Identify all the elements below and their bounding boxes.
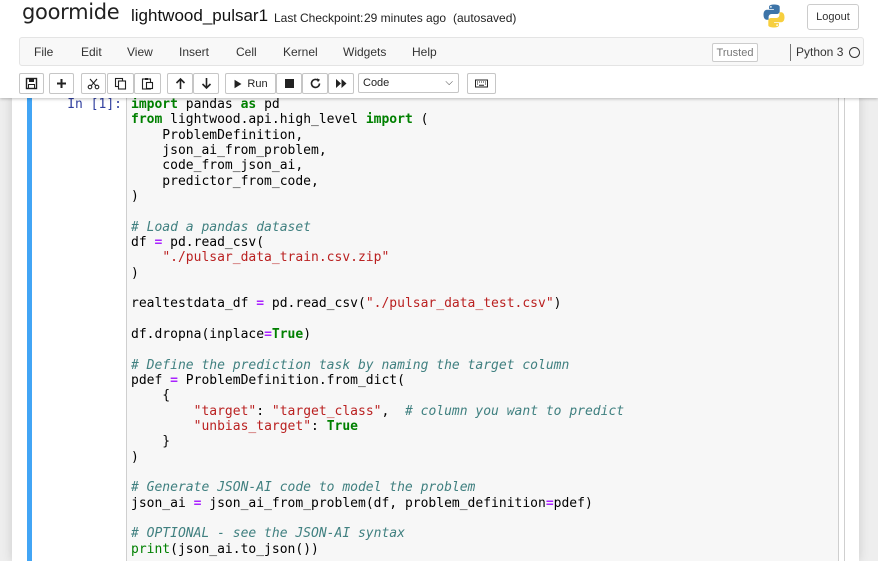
code-line[interactable]: df.dropna(inplace=True): [131, 327, 624, 342]
menu-view[interactable]: View: [127, 45, 153, 59]
code-line[interactable]: "./pulsar_data_train.csv.zip": [131, 250, 624, 265]
menu-help[interactable]: Help: [412, 45, 437, 59]
stop-icon: [284, 79, 294, 88]
kernel-separator: [790, 44, 791, 61]
menu-cell[interactable]: Cell: [236, 45, 257, 59]
menu-widgets[interactable]: Widgets: [343, 45, 386, 59]
code-line[interactable]: "target": "target_class", # column you w…: [131, 404, 625, 419]
menu-kernel[interactable]: Kernel: [283, 45, 318, 59]
code-line[interactable]: df = pd.read_csv(: [131, 235, 624, 250]
paste-icon: [141, 78, 154, 90]
code-line[interactable]: import pandas as pd: [131, 97, 624, 112]
kernel-name[interactable]: Python 3: [796, 45, 843, 59]
keyboard-icon: [475, 79, 488, 88]
code-line[interactable]: ​: [131, 511, 624, 526]
checkpoint-time: 29 minutes ago: [364, 11, 447, 25]
code-line[interactable]: ​: [131, 342, 624, 357]
code-line[interactable]: # Define the prediction task by naming t…: [131, 358, 624, 373]
autosaved-status: (autosaved): [453, 11, 517, 25]
notebook-name[interactable]: lightwood_pulsar1: [131, 6, 268, 26]
code-line[interactable]: # Load a pandas dataset: [131, 220, 624, 235]
code-line[interactable]: }: [131, 434, 624, 449]
trusted-badge[interactable]: Trusted: [712, 43, 758, 62]
menu-file[interactable]: File: [34, 45, 53, 59]
chevron-down-icon: ⌵: [445, 77, 453, 88]
code-line[interactable]: print(json_ai.to_json()): [131, 542, 624, 557]
code-line[interactable]: ): [131, 189, 624, 204]
logout-button[interactable]: Logout: [807, 4, 859, 30]
fast-forward-icon: [335, 79, 346, 88]
code-line[interactable]: ): [131, 266, 624, 281]
plus-icon: [57, 79, 66, 88]
code-line[interactable]: ): [131, 450, 624, 465]
code-line[interactable]: # Generate JSON-AI code to model the pro…: [131, 480, 624, 495]
code-line[interactable]: json_ai = json_ai_from_problem(df, probl…: [131, 496, 624, 511]
notebook-header: goormide lightwood_pulsar1 Last Checkpoi…: [0, 0, 878, 98]
insert-cell-button[interactable]: [49, 73, 74, 94]
interrupt-kernel-button[interactable]: [276, 73, 302, 94]
restart-kernel-button[interactable]: [302, 73, 328, 94]
scissors-icon: [87, 78, 100, 90]
code-line[interactable]: ​: [131, 281, 624, 296]
arrow-up-icon: [175, 77, 185, 89]
move-cell-up-button[interactable]: [167, 73, 193, 94]
cell-type-value: Code: [363, 77, 390, 89]
code-line[interactable]: ProblemDefinition,: [131, 128, 624, 143]
code-line[interactable]: ​: [131, 204, 624, 219]
menu-insert[interactable]: Insert: [179, 45, 209, 59]
move-cell-down-button[interactable]: [193, 73, 219, 94]
code-line[interactable]: pdef = ProblemDefinition.from_dict(: [131, 373, 624, 388]
save-icon: [25, 77, 38, 90]
cell-type-select[interactable]: Code ⌵: [358, 73, 459, 93]
play-icon: [234, 79, 242, 88]
code-line[interactable]: json_ai_from_problem,: [131, 143, 624, 158]
code-line[interactable]: {: [131, 388, 624, 403]
paste-button[interactable]: [134, 73, 161, 94]
code-line[interactable]: # OPTIONAL - see the JSON-AI syntax: [131, 526, 624, 541]
code-line[interactable]: from lightwood.api.high_level import (: [131, 112, 624, 127]
menu-edit[interactable]: Edit: [81, 45, 102, 59]
cell-input-prompt: In [1]:: [67, 97, 122, 112]
code-line[interactable]: ​: [131, 465, 624, 480]
copy-button[interactable]: [107, 73, 134, 94]
refresh-icon: [310, 78, 320, 89]
code-text[interactable]: import pandas as pd from lightwood.api.hi…: [131, 97, 624, 557]
save-button[interactable]: [19, 73, 44, 94]
goormide-logo[interactable]: goormide: [22, 0, 120, 24]
code-line[interactable]: predictor_from_code,: [131, 174, 624, 189]
arrow-down-icon: [201, 78, 211, 90]
code-line[interactable]: code_from_json_ai,: [131, 158, 624, 173]
kernel-idle-indicator-icon: [849, 47, 860, 58]
restart-run-all-button[interactable]: [328, 73, 354, 94]
run-button[interactable]: Run: [225, 73, 276, 94]
code-line[interactable]: "unbias_target": True: [131, 419, 624, 434]
menubar: File Edit View Insert Cell Kernel Widget…: [19, 37, 864, 66]
checkpoint-label: Last Checkpoint:: [274, 11, 364, 25]
python-logo-icon: [763, 4, 785, 28]
run-label: Run: [247, 77, 268, 90]
copy-icon: [114, 77, 127, 90]
code-line[interactable]: ​: [131, 312, 624, 327]
code-line[interactable]: realtestdata_df = pd.read_csv("./pulsar_…: [131, 296, 624, 311]
cut-button[interactable]: [81, 73, 106, 94]
command-palette-button[interactable]: [467, 73, 496, 94]
